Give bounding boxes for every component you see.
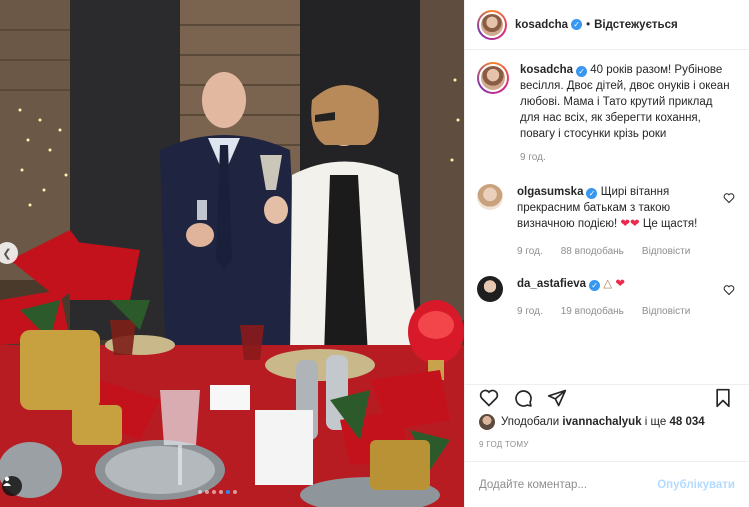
publish-button[interactable]: Опублікувати	[657, 479, 735, 491]
comment-input[interactable]	[479, 478, 658, 491]
liker-username[interactable]: ivannachalyuk	[562, 416, 641, 428]
add-comment-bar: Опублікувати	[465, 461, 749, 507]
comment-time[interactable]: 9 год.	[517, 304, 543, 320]
caption: kosadcha ✓ 40 років разом! Рубінове весіл…	[477, 62, 735, 166]
carousel-dot	[198, 490, 202, 494]
carousel-dot	[219, 490, 223, 494]
comment-item: da_astafieva ✓ △ ❤ 9 год. 19 вподобань Ві…	[477, 276, 735, 320]
liker-avatar[interactable]	[479, 414, 495, 430]
carousel-dot	[205, 490, 209, 494]
verified-icon: ✓	[576, 66, 588, 77]
post-header: kosadcha ✓ • Відстежується	[465, 0, 749, 50]
comment-icon[interactable]	[513, 388, 533, 408]
likes-count[interactable]: 48 034	[669, 416, 704, 428]
likes-summary: Уподобали ivannachalyuk і ще 48 034	[479, 414, 705, 430]
commenter-username[interactable]: da_astafieva	[517, 278, 586, 290]
comment-text-tail: Це щастя!	[642, 218, 698, 230]
post-photo[interactable]: ❮	[0, 0, 464, 507]
comment-likes[interactable]: 88 вподобань	[561, 244, 624, 260]
reply-button[interactable]: Відповісти	[642, 244, 690, 260]
anniversary-photo	[0, 0, 464, 507]
verified-icon: ✓	[571, 19, 583, 30]
praying-hands-emoji: △	[603, 278, 613, 290]
comment-likes[interactable]: 19 вподобань	[561, 304, 624, 320]
chevron-left-icon: ❮	[2, 247, 12, 260]
post-time-ago[interactable]: 9 ГОД ТОМУ	[479, 440, 529, 449]
comment-like-heart-icon[interactable]	[723, 284, 735, 296]
carousel-dot	[233, 490, 237, 494]
comment-like-heart-icon[interactable]	[723, 192, 735, 204]
tag-user-icon[interactable]	[2, 476, 22, 496]
author-avatar[interactable]	[477, 9, 507, 40]
author-username[interactable]: kosadcha	[515, 19, 568, 31]
commenter-avatar[interactable]	[477, 184, 503, 210]
caption-avatar[interactable]	[477, 62, 509, 94]
carousel-indicator	[198, 490, 237, 494]
heart-emoji: ❤❤	[620, 218, 640, 230]
likes-prefix: Уподобали	[501, 416, 560, 428]
carousel-dot	[226, 490, 230, 494]
separator-bullet: •	[586, 18, 591, 31]
carousel-dot	[212, 490, 216, 494]
caption-username[interactable]: kosadcha	[520, 64, 573, 76]
heart-icon[interactable]	[479, 388, 499, 408]
action-bar	[465, 384, 749, 410]
share-icon[interactable]	[547, 388, 567, 408]
bookmark-icon[interactable]	[713, 388, 733, 408]
comment-time[interactable]: 9 год.	[517, 244, 543, 260]
likes-middle: і ще	[644, 416, 667, 428]
post-side-panel: kosadcha ✓ • Відстежується kosadcha ✓ 40 …	[464, 0, 749, 507]
comment-item: olgasumska ✓ Щирі вітання прекрасним бать…	[477, 184, 735, 260]
heart-emoji: ❤	[615, 278, 625, 290]
reply-button[interactable]: Відповісти	[642, 304, 690, 320]
following-button[interactable]: Відстежується	[594, 19, 678, 31]
comments-list: kosadcha ✓ 40 років разом! Рубінове весіл…	[477, 62, 735, 320]
caption-time[interactable]: 9 год.	[520, 150, 735, 166]
commenter-username[interactable]: olgasumska	[517, 186, 583, 198]
commenter-avatar[interactable]	[477, 276, 503, 302]
verified-icon: ✓	[589, 280, 601, 291]
verified-icon: ✓	[586, 188, 598, 199]
